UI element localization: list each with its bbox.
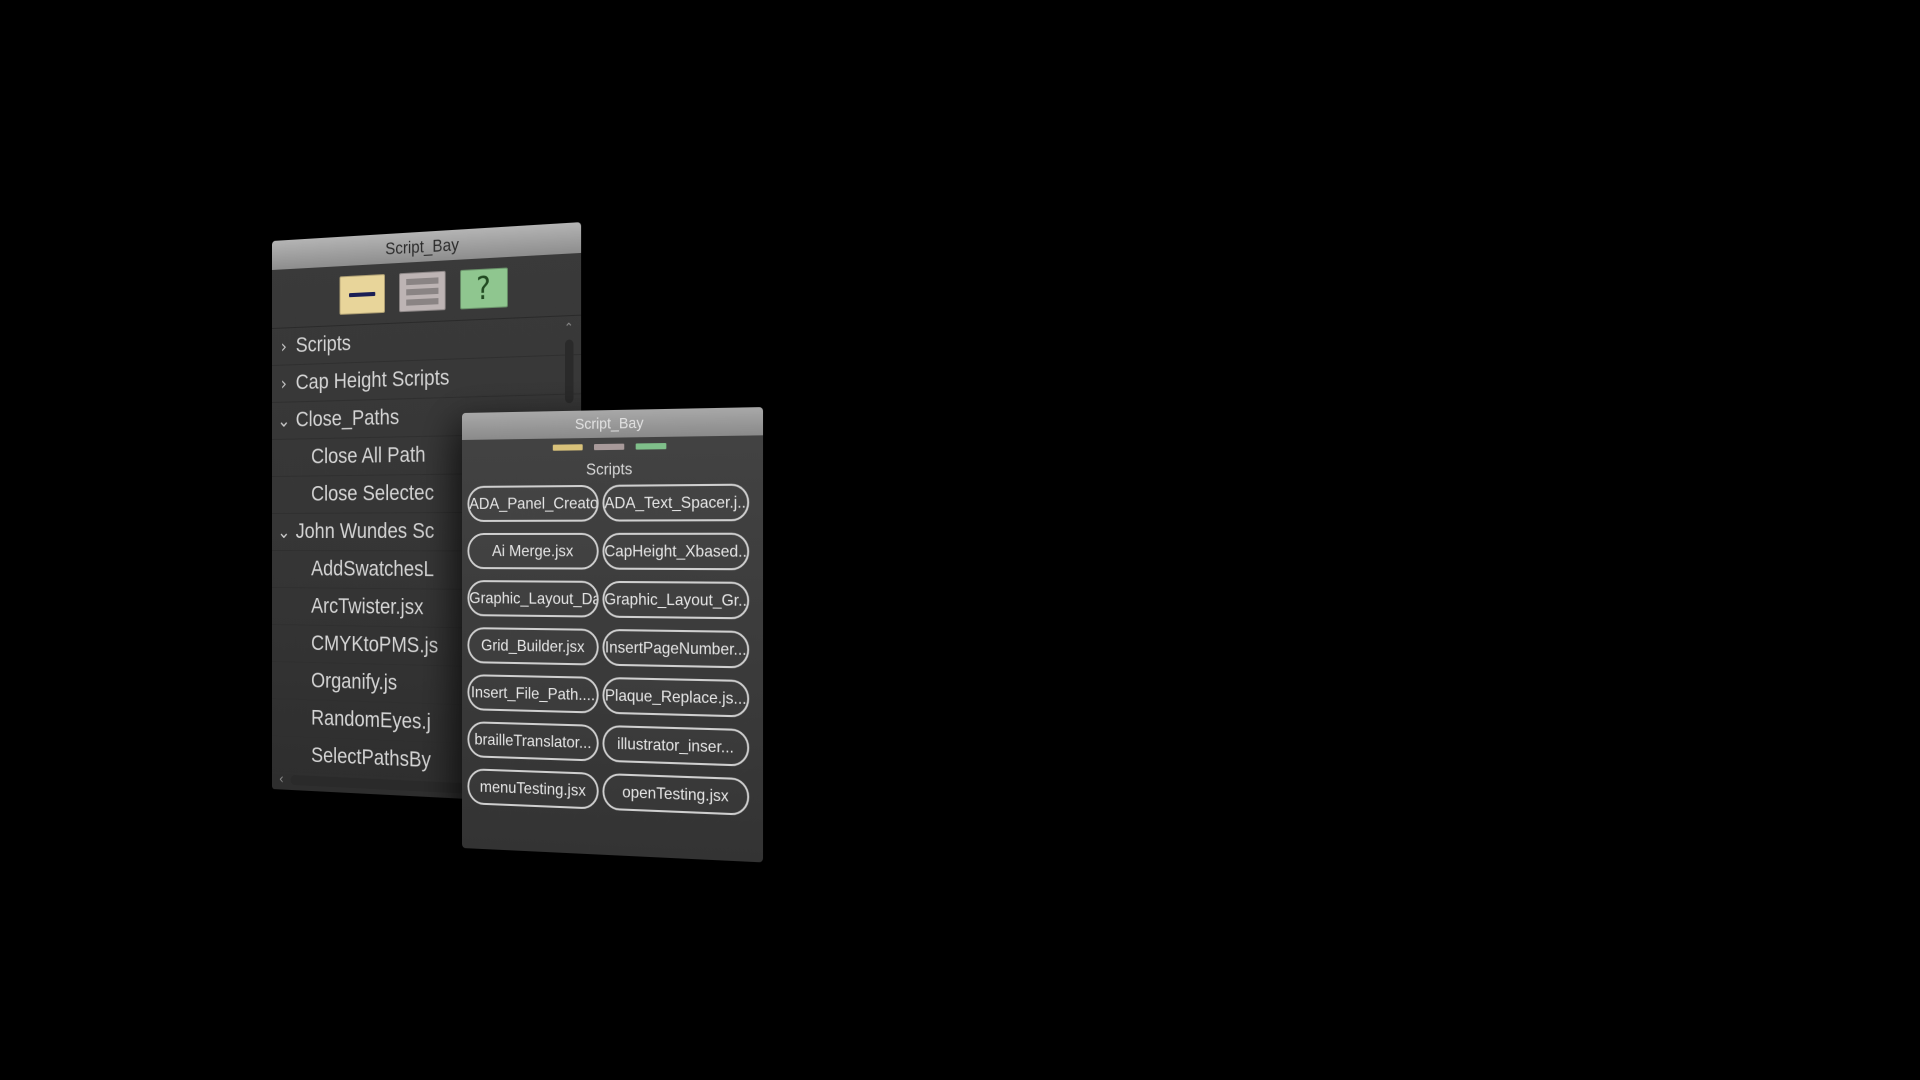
script-button[interactable]: illustrator_inser...: [602, 724, 750, 767]
section-title: Scripts: [586, 460, 633, 479]
tree-item-label: Organify.js: [311, 669, 398, 695]
tree-item-label: John Wundes Sc: [295, 519, 435, 544]
scroll-up-icon[interactable]: ⌃: [562, 320, 575, 335]
script-button[interactable]: CapHeight_Xbased...: [602, 532, 750, 571]
chevron-right-icon[interactable]: ›: [272, 373, 296, 395]
expand-all-icon: [405, 277, 438, 286]
script-button[interactable]: InsertPageNumber...: [602, 628, 750, 669]
script-button[interactable]: openTesting.jsx: [602, 772, 750, 816]
help-button[interactable]: [635, 443, 667, 450]
script-button[interactable]: Insert_File_Path....: [467, 674, 599, 714]
collapse-all-button[interactable]: [552, 444, 583, 451]
script-button[interactable]: ADA_Panel_Creator...: [467, 484, 599, 522]
scroll-left-icon[interactable]: ‹: [272, 771, 291, 788]
script-button[interactable]: Ai Merge.jsx: [467, 532, 599, 570]
tree-item-label: Scripts: [295, 331, 351, 358]
expand-all-button[interactable]: [398, 270, 446, 313]
help-icon: ?: [476, 269, 491, 308]
collapse-all-icon: [348, 291, 375, 298]
tree-item-label: Cap Height Scripts: [295, 365, 450, 395]
collapse-all-button[interactable]: [339, 274, 385, 315]
tree-item-label: ArcTwister.jsx: [311, 594, 424, 620]
script-button[interactable]: Plaque_Replace.js...: [602, 676, 750, 718]
script-button[interactable]: brailleTranslator...: [467, 721, 599, 762]
script-button-grid: ADA_Panel_Creator... ADA_Text_Spacer.j...…: [462, 483, 763, 816]
help-button[interactable]: ?: [459, 267, 508, 310]
chevron-down-icon[interactable]: ⌄: [272, 410, 296, 432]
script-button[interactable]: Grid_Builder.jsx: [467, 627, 599, 666]
expand-all-button[interactable]: [593, 443, 625, 451]
tree-item-label: AddSwatchesL: [311, 557, 435, 582]
tree-item-label: SelectPathsBy: [311, 743, 431, 773]
tree-item-label: CMYKtoPMS.js: [311, 631, 439, 658]
script-bay-buttons-panel: Script_Bay Scripts ADA_Panel_Creator... A…: [462, 407, 764, 863]
stage: Script_Bay ? › Scripts › Cap Height Scripts…: [0, 0, 1920, 1080]
chevron-down-icon[interactable]: ⌄: [272, 521, 296, 542]
script-button[interactable]: ADA_Text_Spacer.j...: [602, 483, 750, 522]
chevron-right-icon[interactable]: ›: [272, 336, 296, 358]
tree-item-label: Close_Paths: [295, 405, 400, 432]
script-button[interactable]: Graphic_Layout_Gr...: [602, 580, 750, 620]
scroll-thumb[interactable]: [564, 339, 574, 404]
script-button[interactable]: menuTesting.jsx: [467, 768, 599, 810]
script-button[interactable]: Graphic_Layout_Da...: [467, 580, 599, 618]
tree-item-label: Close Selectec: [311, 481, 435, 506]
tree-item-label: Close All Path: [311, 443, 426, 469]
tree-item-label: RandomEyes.j: [311, 706, 431, 735]
